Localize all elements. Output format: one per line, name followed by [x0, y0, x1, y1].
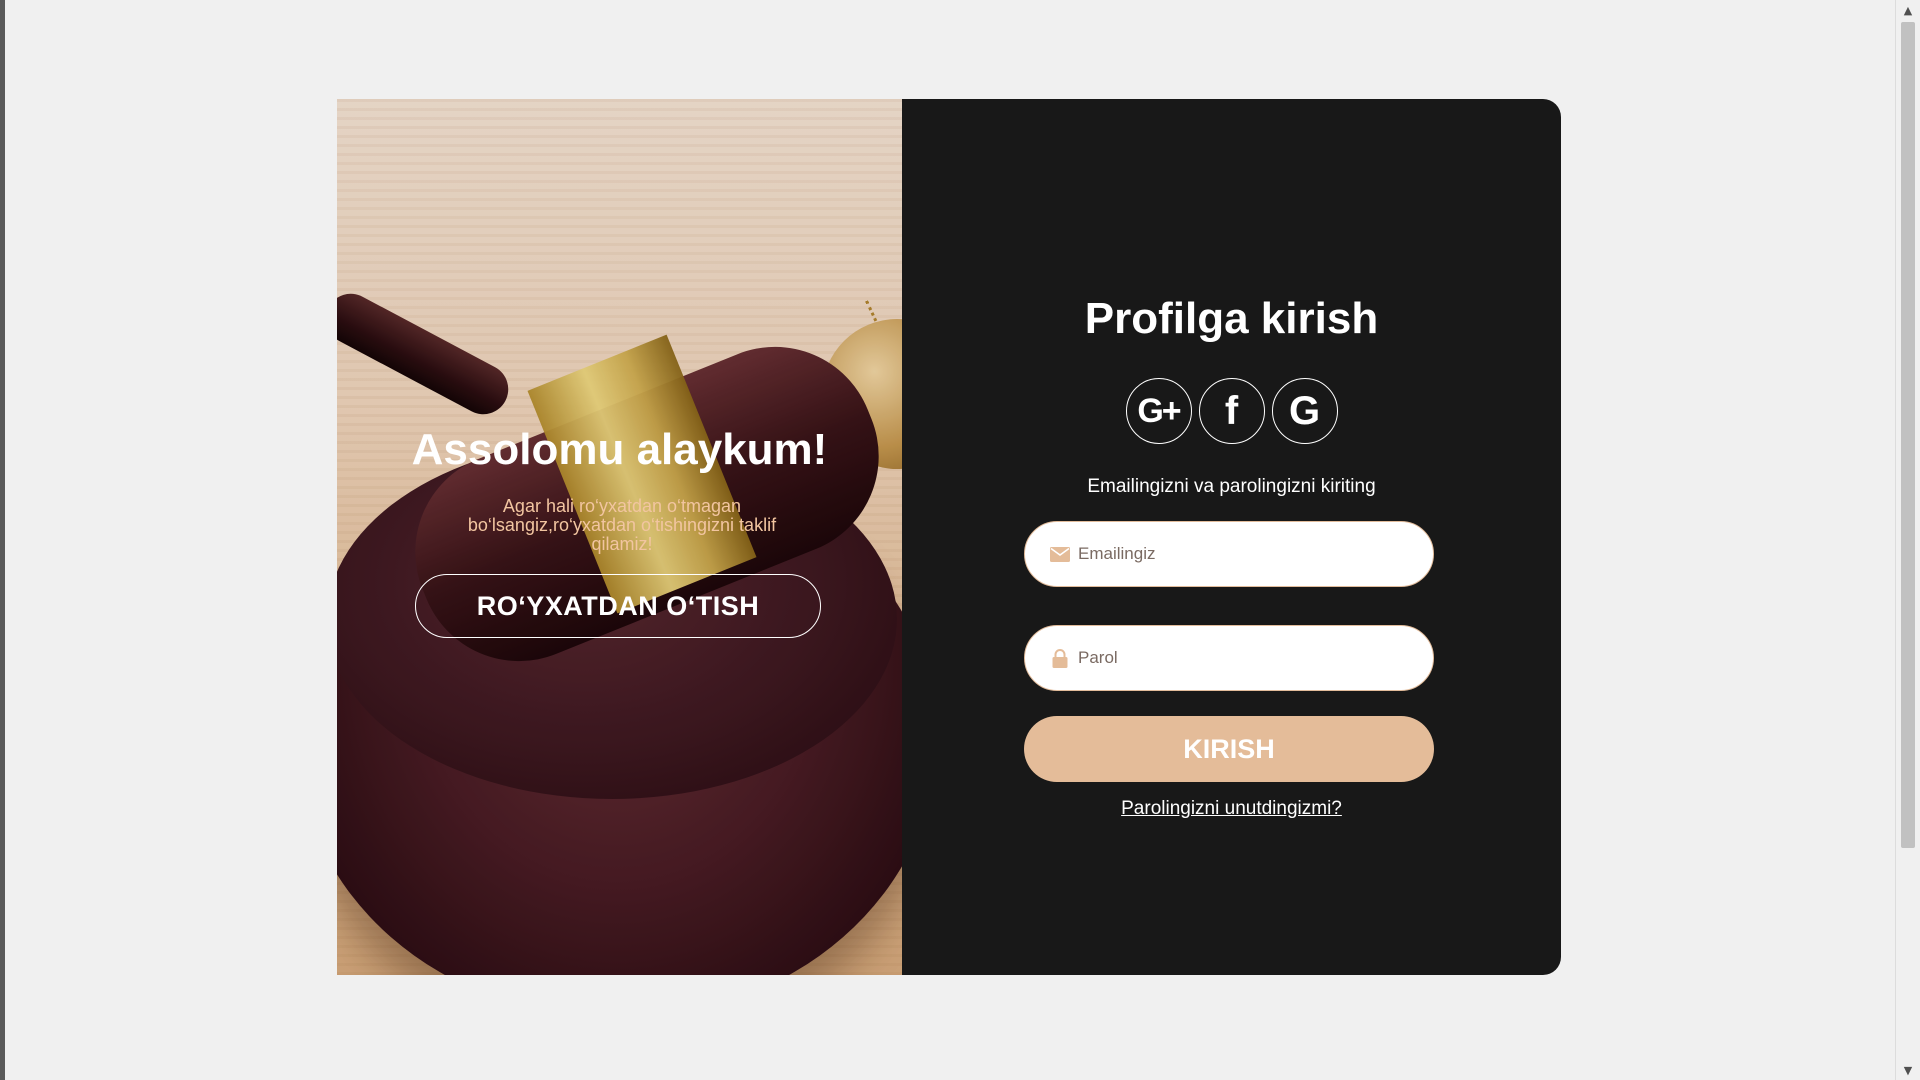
password-input[interactable]: [1076, 647, 1410, 669]
google-plus-icon[interactable]: G+: [1125, 378, 1192, 444]
facebook-icon[interactable]: f: [1198, 378, 1265, 444]
vertical-scrollbar[interactable]: ▲ ▼: [1895, 0, 1920, 1080]
scroll-thumb[interactable]: [1901, 22, 1915, 848]
welcome-content: Assolomu alaykum! Agar hali ro‘yxatdan o…: [337, 99, 902, 975]
window-edge: [0, 0, 5, 1080]
welcome-title: Assolomu alaykum!: [411, 425, 828, 474]
login-submit-button[interactable]: KIRISH: [1024, 716, 1434, 782]
login-subtitle: Emailingizni va parolingizni kiriting: [1087, 476, 1376, 497]
envelope-icon: [1050, 544, 1070, 564]
email-input[interactable]: [1076, 543, 1410, 565]
auth-card: Assolomu alaykum! Agar hali ro‘yxatdan o…: [337, 99, 1561, 975]
forgot-password-link[interactable]: Parolingizni unutdingizmi?: [902, 798, 1561, 820]
login-title: Profilga kirish: [1084, 294, 1379, 343]
scroll-down-icon[interactable]: ▼: [1896, 1060, 1920, 1080]
password-field-wrapper: [1024, 625, 1434, 691]
lock-icon: [1050, 648, 1070, 668]
login-panel: Profilga kirish G+ f G Emailingizni va p…: [902, 99, 1561, 975]
social-login-row: G+ f G: [902, 378, 1561, 444]
scroll-up-icon[interactable]: ▲: [1896, 0, 1920, 20]
email-field-wrapper: [1024, 521, 1434, 587]
google-icon[interactable]: G: [1271, 378, 1338, 444]
welcome-panel: Assolomu alaykum! Agar hali ro‘yxatdan o…: [337, 99, 902, 975]
signup-button[interactable]: RO‘YXATDAN O‘TISH: [415, 574, 821, 638]
welcome-text: Agar hali ro‘yxatdan o‘tmagan bo‘lsangiz…: [467, 496, 777, 554]
